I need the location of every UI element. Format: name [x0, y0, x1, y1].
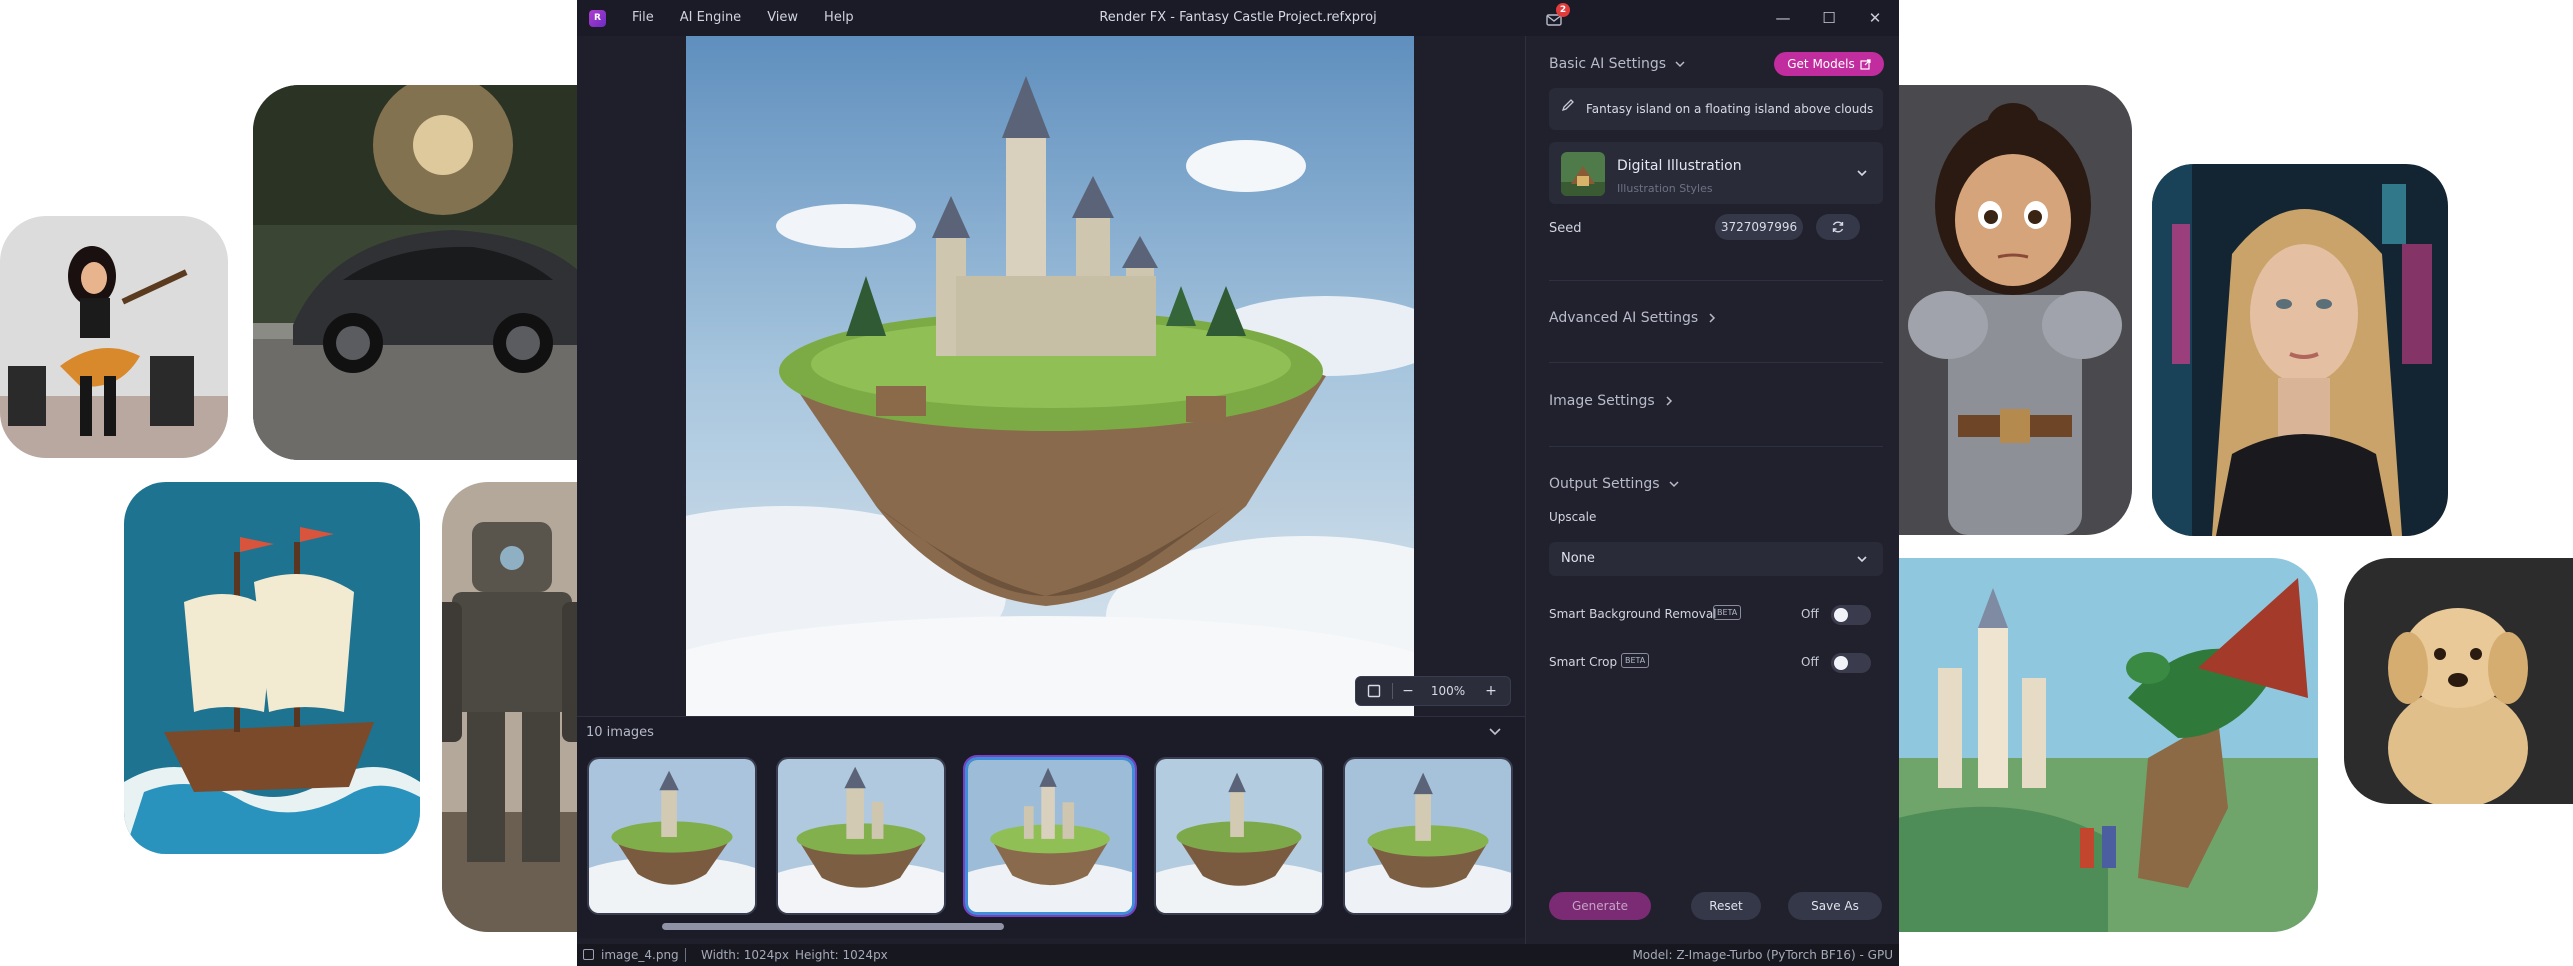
notification-badge: 2 — [1556, 3, 1570, 17]
menu-help[interactable]: Help — [811, 0, 867, 36]
gallery-collapse-button[interactable] — [1487, 723, 1507, 743]
showcase-robot-image — [442, 482, 584, 932]
showcase-puppy-image — [2344, 558, 2573, 804]
image-gallery: 10 images — [577, 716, 1525, 938]
smart-crop-row: Smart Crop BETA Off — [1549, 652, 1883, 674]
settings-panel: Basic AI Settings Get Models Fantasy isl… — [1525, 36, 1899, 944]
refresh-icon — [1832, 221, 1844, 233]
showcase-guitarist-image — [0, 216, 228, 458]
menu-view[interactable]: View — [754, 0, 811, 36]
image-settings-label: Image Settings — [1549, 393, 1655, 409]
generate-button[interactable]: Generate — [1549, 892, 1651, 920]
randomize-seed-button[interactable] — [1816, 214, 1860, 240]
smart-background-removal-state: Off — [1801, 607, 1819, 621]
output-settings-toggle[interactable]: Output Settings — [1549, 476, 1680, 492]
external-link-icon — [1860, 58, 1871, 70]
showcase-sportscar-image — [253, 85, 583, 460]
status-height: Height: 1024px — [795, 948, 888, 962]
zoom-level: 100% — [1430, 684, 1466, 698]
fit-to-screen-button[interactable] — [1356, 676, 1392, 706]
style-name: Digital Illustration — [1617, 158, 1742, 174]
zoom-in-button[interactable]: + — [1473, 676, 1509, 706]
seed-label: Seed — [1549, 221, 1582, 236]
upscale-label: Upscale — [1549, 510, 1597, 524]
style-selector[interactable]: Digital Illustration Illustration Styles — [1549, 142, 1883, 204]
pencil-icon — [1561, 99, 1574, 112]
thumbnail[interactable] — [776, 757, 946, 915]
upscale-value: None — [1561, 551, 1595, 566]
status-width: Width: 1024px — [701, 948, 789, 962]
chevron-down-icon — [1857, 556, 1867, 563]
advanced-ai-settings-label: Advanced AI Settings — [1549, 310, 1699, 326]
maximize-button[interactable]: ☐ — [1805, 0, 1853, 36]
app-logo: R — [589, 10, 606, 27]
thumbnail[interactable] — [587, 757, 757, 915]
status-filename: image_4.png — [601, 948, 679, 962]
showcase-dragon-image — [1898, 558, 2318, 932]
menu-file[interactable]: File — [619, 0, 667, 36]
image-count: 10 images — [586, 725, 654, 740]
chevron-right-icon — [1666, 396, 1672, 406]
minimize-button[interactable]: — — [1759, 0, 1807, 36]
smart-background-removal-row: Smart Background Removal BETA Off — [1549, 604, 1883, 626]
showcase-warrior-girl-image — [1898, 85, 2132, 535]
save-as-button[interactable]: Save As — [1788, 892, 1882, 920]
thumbnail[interactable] — [1154, 757, 1324, 915]
chevron-right-icon — [1709, 313, 1716, 323]
basic-ai-settings-toggle[interactable]: Basic AI Settings — [1549, 56, 1686, 72]
close-button[interactable]: ✕ — [1851, 0, 1899, 36]
image-settings-toggle[interactable]: Image Settings — [1549, 393, 1675, 409]
zoom-toolbar: − 100% + — [1355, 676, 1511, 706]
chevron-down-icon — [1857, 170, 1867, 177]
beta-badge: BETA — [1713, 605, 1742, 620]
canvas-area: − 100% + — [577, 36, 1525, 716]
status-bar: image_4.png Width: 1024px Height: 1024px… — [577, 944, 1899, 966]
window-title: Render FX - Fantasy Castle Project.refxp… — [1099, 10, 1377, 25]
get-models-label: Get Models — [1787, 57, 1855, 71]
thumbnail-selected[interactable] — [965, 757, 1135, 915]
menu-bar: File AI Engine View Help — [619, 0, 867, 36]
reset-button[interactable]: Reset — [1691, 892, 1761, 920]
showcase-portrait-image — [2152, 164, 2448, 536]
prompt-input[interactable]: Fantasy island on a floating island abov… — [1549, 88, 1883, 130]
chevron-down-icon — [1489, 728, 1501, 736]
showcase-sailing-ship-image — [124, 482, 420, 854]
status-model: Model: Z-Image-Turbo (PyTorch BF16) - GP… — [1632, 948, 1893, 962]
smart-background-removal-toggle[interactable] — [1831, 605, 1871, 625]
prompt-text: Fantasy island on a floating island abov… — [1586, 102, 1874, 116]
thumbnail[interactable] — [1343, 757, 1513, 915]
main-preview-image[interactable] — [686, 36, 1414, 716]
thumbnail-list — [587, 757, 1513, 915]
menu-ai-engine[interactable]: AI Engine — [667, 0, 754, 36]
smart-crop-toggle[interactable] — [1831, 653, 1871, 673]
gallery-scrollbar[interactable] — [662, 923, 1004, 930]
output-settings-label: Output Settings — [1549, 476, 1660, 492]
image-icon — [583, 949, 594, 960]
smart-crop-state: Off — [1801, 655, 1819, 669]
upscale-select[interactable]: None — [1549, 542, 1883, 576]
zoom-out-button[interactable]: − — [1393, 676, 1423, 706]
fit-icon — [1367, 684, 1381, 698]
advanced-ai-settings-toggle[interactable]: Advanced AI Settings — [1549, 310, 1718, 326]
seed-input[interactable]: 3727097996 — [1715, 214, 1803, 240]
smart-crop-label: Smart Crop — [1549, 655, 1618, 669]
beta-badge: BETA — [1621, 653, 1650, 668]
app-window: R File AI Engine View Help Render FX - F… — [577, 0, 1899, 966]
style-thumbnail — [1561, 152, 1605, 196]
chevron-down-icon — [1668, 481, 1679, 488]
title-bar: R File AI Engine View Help Render FX - F… — [577, 0, 1899, 36]
get-models-button[interactable]: Get Models — [1774, 52, 1884, 76]
chevron-down-icon — [1675, 61, 1685, 68]
notifications-button[interactable]: 2 — [1546, 3, 1570, 29]
style-category: Illustration Styles — [1617, 182, 1713, 195]
basic-ai-settings-label: Basic AI Settings — [1549, 56, 1667, 72]
smart-background-removal-label: Smart Background Removal — [1549, 607, 1717, 621]
